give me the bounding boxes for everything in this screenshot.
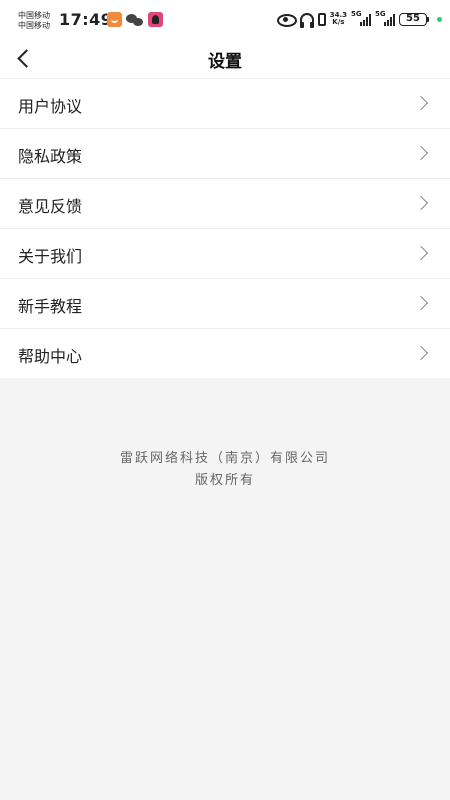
menu-item-label: 隐私政策 [18, 147, 83, 166]
eye-icon [276, 13, 297, 27]
app-notification-icon-2 [148, 12, 163, 27]
status-time: 17:49 [59, 10, 113, 29]
headset-icon [299, 12, 314, 28]
menu-item-feedback[interactable]: 意见反馈 [0, 178, 450, 228]
menu-item-label: 新手教程 [18, 297, 83, 316]
battery-icon: 55 [399, 12, 429, 26]
signal-2-label: 5G [375, 10, 386, 18]
system-icons: 34.3 K/s 5G 5G 55 [276, 10, 442, 28]
menu-item-label: 用户协议 [18, 97, 83, 116]
vibrate-icon [317, 12, 326, 26]
menu-item-label: 帮助中心 [18, 347, 83, 366]
chevron-right-icon [413, 195, 429, 211]
status-bar: 中国移动 中国移动 17:49 34.3 K/s 5G 5G 55 [0, 0, 450, 42]
chevron-right-icon [413, 245, 429, 261]
title-bar: 设置 [0, 42, 450, 78]
battery-level: 55 [399, 12, 427, 26]
chevron-right-icon [413, 295, 429, 311]
back-arrow-icon[interactable] [12, 46, 38, 72]
chevron-right-icon [413, 345, 429, 361]
net-speed-unit: K/s [332, 18, 345, 26]
signal-2-icon: 5G [375, 10, 395, 26]
status-dot-icon [437, 16, 442, 22]
signal-1-icon: 5G [351, 10, 371, 26]
copyright-text: 版权所有 [194, 473, 255, 488]
carrier-labels: 中国移动 中国移动 [18, 11, 50, 31]
chevron-right-icon [413, 95, 429, 111]
menu-item-privacy-policy[interactable]: 隐私政策 [0, 128, 450, 178]
menu-item-user-agreement[interactable]: 用户协议 [0, 78, 450, 128]
footer: 雷跃网络科技（南京）有限公司 版权所有 [0, 448, 450, 492]
company-name: 雷跃网络科技（南京）有限公司 [119, 451, 330, 466]
chevron-right-icon [413, 145, 429, 161]
wechat-icon [126, 13, 144, 27]
menu-item-about-us[interactable]: 关于我们 [0, 228, 450, 278]
signal-1-label: 5G [351, 10, 362, 18]
page-title: 设置 [208, 52, 242, 72]
app-notification-icon [107, 12, 122, 27]
menu-item-tutorial[interactable]: 新手教程 [0, 278, 450, 328]
settings-menu: 用户协议 隐私政策 意见反馈 关于我们 新手教程 帮助中心 [0, 78, 450, 378]
carrier-1: 中国移动 [18, 11, 50, 20]
menu-item-help-center[interactable]: 帮助中心 [0, 328, 450, 378]
net-speed: 34.3 K/s [330, 12, 347, 26]
notification-icons [107, 12, 163, 27]
carrier-2: 中国移动 [18, 21, 50, 30]
menu-item-label: 关于我们 [18, 247, 83, 266]
menu-item-label: 意见反馈 [18, 197, 83, 216]
